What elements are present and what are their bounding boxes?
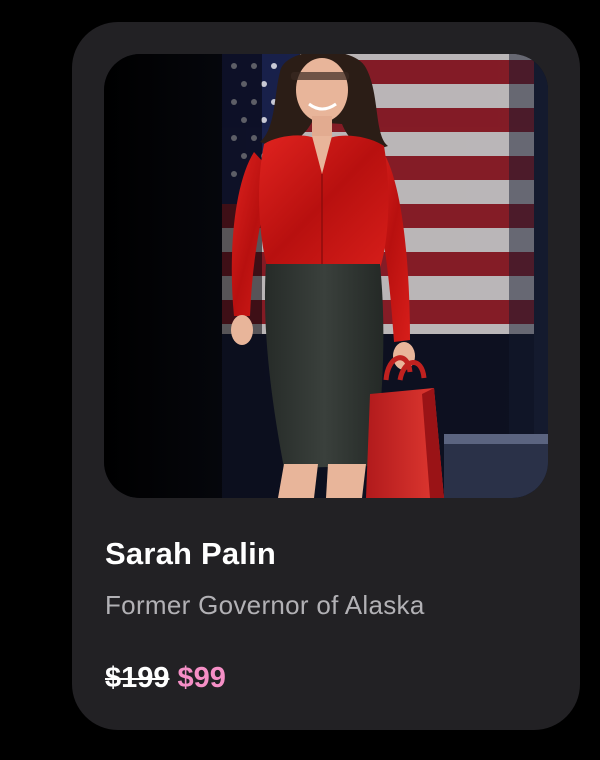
sale-price: $99 (177, 662, 226, 694)
price-row: $199 $99 (105, 660, 226, 696)
celebrity-title: Former Governor of Alaska (105, 590, 425, 620)
celebrity-card[interactable]: Sarah Palin Former Governor of Alaska $1… (72, 22, 580, 730)
profile-photo (104, 54, 548, 498)
original-price: $199 (105, 662, 170, 694)
celebrity-name: Sarah Palin (105, 536, 277, 571)
